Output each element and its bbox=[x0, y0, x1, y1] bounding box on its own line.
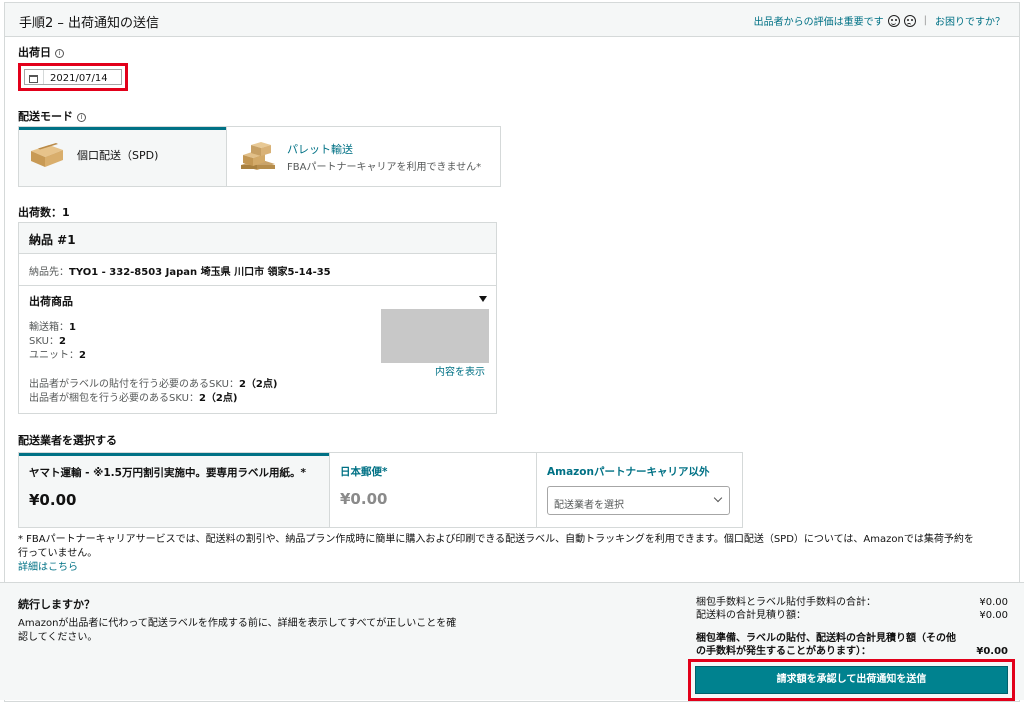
label-sku-label: 出品者がラベルの貼付を行う必要のあるSKU： bbox=[29, 379, 239, 390]
total-label-line-2: の手数料が発生することがあります）： bbox=[696, 646, 871, 657]
submit-highlight: 請求額を承認して出荷通知を送信 bbox=[688, 659, 1015, 701]
divider bbox=[19, 285, 496, 286]
carrier-option-japanpost[interactable]: 日本郵便* ¥0.00 bbox=[329, 453, 536, 527]
date-divider bbox=[43, 70, 44, 84]
other-carrier-name: Amazonパートナーキャリア以外 bbox=[547, 466, 710, 478]
page-title: 手順2 – 出荷通知の送信 bbox=[19, 16, 160, 31]
mode-tab-spd[interactable]: 個口配送（SPD) bbox=[19, 127, 226, 186]
continue-title: 続行しますか？ bbox=[18, 598, 95, 611]
help-link[interactable]: お困りですか？ bbox=[935, 13, 1005, 28]
shipping-mode-label: 配送モード bbox=[18, 110, 73, 123]
destination-value: TYO1 - 332-8503 Japan 埼玉県 川口市 領家5-14-35 bbox=[69, 267, 331, 278]
ship-date-heading: 出荷日 i bbox=[18, 44, 64, 60]
feedback-link[interactable]: 出品者からの評価は重要です bbox=[754, 13, 884, 28]
fee-value: ¥0.00 bbox=[979, 597, 1008, 608]
prep-sku-label: 出品者が梱包を行う必要のあるSKU： bbox=[29, 393, 199, 404]
shipping-mode-heading: 配送モード i bbox=[18, 108, 86, 124]
ship-date-label: 出荷日 bbox=[18, 46, 51, 59]
japanpost-name: 日本郵便* bbox=[340, 466, 388, 478]
continue-desc-line-1: Amazonが出品者に代わって配送ラベルを作成する前に、詳細を表示してすべてが正… bbox=[18, 618, 457, 629]
units-value: 2 bbox=[79, 350, 86, 361]
happy-face-icon[interactable] bbox=[887, 14, 900, 27]
shipping-cost-value: ¥0.00 bbox=[979, 610, 1008, 621]
items-heading: 出荷商品 bbox=[29, 295, 73, 308]
mode-tab-pallet[interactable]: パレット輸送 FBAパートナーキャリアを利用できません* bbox=[226, 127, 500, 186]
prep-sku-value: 2（2点) bbox=[198, 393, 238, 404]
expand-triangle-icon[interactable] bbox=[479, 296, 487, 302]
carrier-select[interactable]: 配送業者を選択 bbox=[547, 486, 730, 515]
yamato-price: ¥0.00 bbox=[29, 491, 77, 509]
total-label-line-1: 梱包準備、ラベルの貼付、配送料の合計見積り額（その他 bbox=[696, 633, 956, 644]
cost-summary: 梱包手数料とラベル貼付手数料の合計： ¥0.00 配送料の合計見積り額： ¥0.… bbox=[696, 596, 1008, 658]
label-sku-value: 2（2点) bbox=[238, 379, 278, 390]
carrier-option-other[interactable]: Amazonパートナーキャリア以外 配送業者を選択 bbox=[536, 453, 742, 527]
details-link[interactable]: 詳細はこちら bbox=[18, 561, 1013, 575]
mode-spd-label: 個口配送（SPD) bbox=[77, 149, 159, 162]
shipping-cost-row: 配送料の合計見積り額： ¥0.00 bbox=[696, 609, 1008, 622]
boxes-value: 1 bbox=[69, 322, 76, 333]
prep-sku-row: 出品者が梱包を行う必要のあるSKU：2（2点) bbox=[29, 392, 277, 406]
page-header: 手順2 – 出荷通知の送信 出品者からの評価は重要です | お困りですか？ bbox=[5, 3, 1019, 37]
shipment-counts: 輸送箱：1 SKU：2 ユニット：2 bbox=[29, 321, 86, 363]
separator: | bbox=[923, 15, 927, 26]
total-row: 梱包準備、ラベルの貼付、配送料の合計見積り額（その他 の手数料が発生することがあ… bbox=[696, 632, 1008, 658]
shipment-count: 出荷数：1 bbox=[18, 206, 70, 219]
continue-desc-line-2: 認してください。 bbox=[18, 632, 98, 643]
chevron-down-icon bbox=[713, 493, 723, 503]
carrier-option-yamato[interactable]: ヤマト運輸 - ※1.5万円割引実施中。要専用ラベル用紙。* ¥0.00 bbox=[19, 453, 329, 527]
shipping-mode-selector: 個口配送（SPD) パレット輸送 FBAパートナーキャリアを利用できません* bbox=[18, 126, 501, 187]
mode-pallet-label: パレット輸送 bbox=[287, 143, 353, 156]
destination-label: 納品先： bbox=[29, 267, 69, 278]
carrier-select-placeholder: 配送業者を選択 bbox=[554, 500, 624, 511]
header-links: 出品者からの評価は重要です | お困りですか？ bbox=[754, 13, 1005, 28]
label-sku-row: 出品者がラベルの貼付を行う必要のあるSKU：2（2点) bbox=[29, 378, 277, 392]
boxes-row: 輸送箱：1 bbox=[29, 321, 86, 335]
info-icon[interactable]: i bbox=[77, 113, 86, 122]
sku-requirements: 出品者がラベルの貼付を行う必要のあるSKU：2（2点) 出品者が梱包を行う必要の… bbox=[29, 378, 277, 406]
ship-date-highlight: 2021/07/14 bbox=[18, 63, 128, 91]
total-value: ¥0.00 bbox=[976, 646, 1008, 657]
sku-row: SKU：2 bbox=[29, 335, 86, 349]
carrier-heading: 配送業者を選択する bbox=[18, 434, 117, 447]
sad-face-icon[interactable] bbox=[903, 14, 916, 27]
note-line-1: * FBAパートナーキャリアサービスでは、配送料の割引や、納品プラン作成時に簡単… bbox=[18, 534, 974, 545]
note-line-2: 行っていません。 bbox=[18, 548, 98, 559]
box-icon bbox=[31, 143, 63, 167]
carrier-note: * FBAパートナーキャリアサービスでは、配送料の割引や、納品プラン作成時に簡単… bbox=[18, 533, 1013, 575]
yamato-name: ヤマト運輸 - ※1.5万円割引実施中。要専用ラベル用紙。* bbox=[29, 467, 306, 479]
carrier-selector: ヤマト運輸 - ※1.5万円割引実施中。要専用ラベル用紙。* ¥0.00 日本郵… bbox=[18, 452, 743, 528]
units-row: ユニット：2 bbox=[29, 349, 86, 363]
pallet-icon bbox=[241, 142, 275, 170]
units-label: ユニット： bbox=[29, 350, 79, 361]
mode-pallet-sub: FBAパートナーキャリアを利用できません* bbox=[287, 162, 482, 173]
shipment-header: 納品 #1 bbox=[19, 223, 496, 254]
ship-date-input[interactable]: 2021/07/14 bbox=[24, 69, 122, 85]
fee-row: 梱包手数料とラベル貼付手数料の合計： ¥0.00 bbox=[696, 596, 1008, 609]
fee-label: 梱包手数料とラベル貼付手数料の合計： bbox=[696, 597, 876, 608]
continue-description: Amazonが出品者に代わって配送ラベルを作成する前に、詳細を表示してすべてが正… bbox=[18, 617, 456, 645]
calendar-icon[interactable] bbox=[29, 75, 38, 83]
sku-value: 2 bbox=[58, 336, 66, 347]
sku-label: SKU： bbox=[29, 336, 59, 347]
japanpost-price: ¥0.00 bbox=[340, 490, 388, 508]
shipment-title: 納品 #1 bbox=[29, 233, 76, 247]
total-line-2: の手数料が発生することがあります）： ¥0.00 bbox=[696, 645, 1008, 658]
submit-button[interactable]: 請求額を承認して出荷通知を送信 bbox=[695, 666, 1008, 694]
info-icon[interactable]: i bbox=[55, 49, 64, 58]
shipping-cost-label: 配送料の合計見積り額： bbox=[696, 610, 806, 621]
ship-date-value: 2021/07/14 bbox=[50, 73, 108, 84]
destination: 納品先：TYO1 - 332-8503 Japan 埼玉県 川口市 領家5-14… bbox=[29, 263, 331, 278]
redacted-image bbox=[381, 309, 489, 363]
boxes-label: 輸送箱： bbox=[29, 322, 69, 333]
show-contents-link[interactable]: 内容を表示 bbox=[435, 363, 485, 378]
